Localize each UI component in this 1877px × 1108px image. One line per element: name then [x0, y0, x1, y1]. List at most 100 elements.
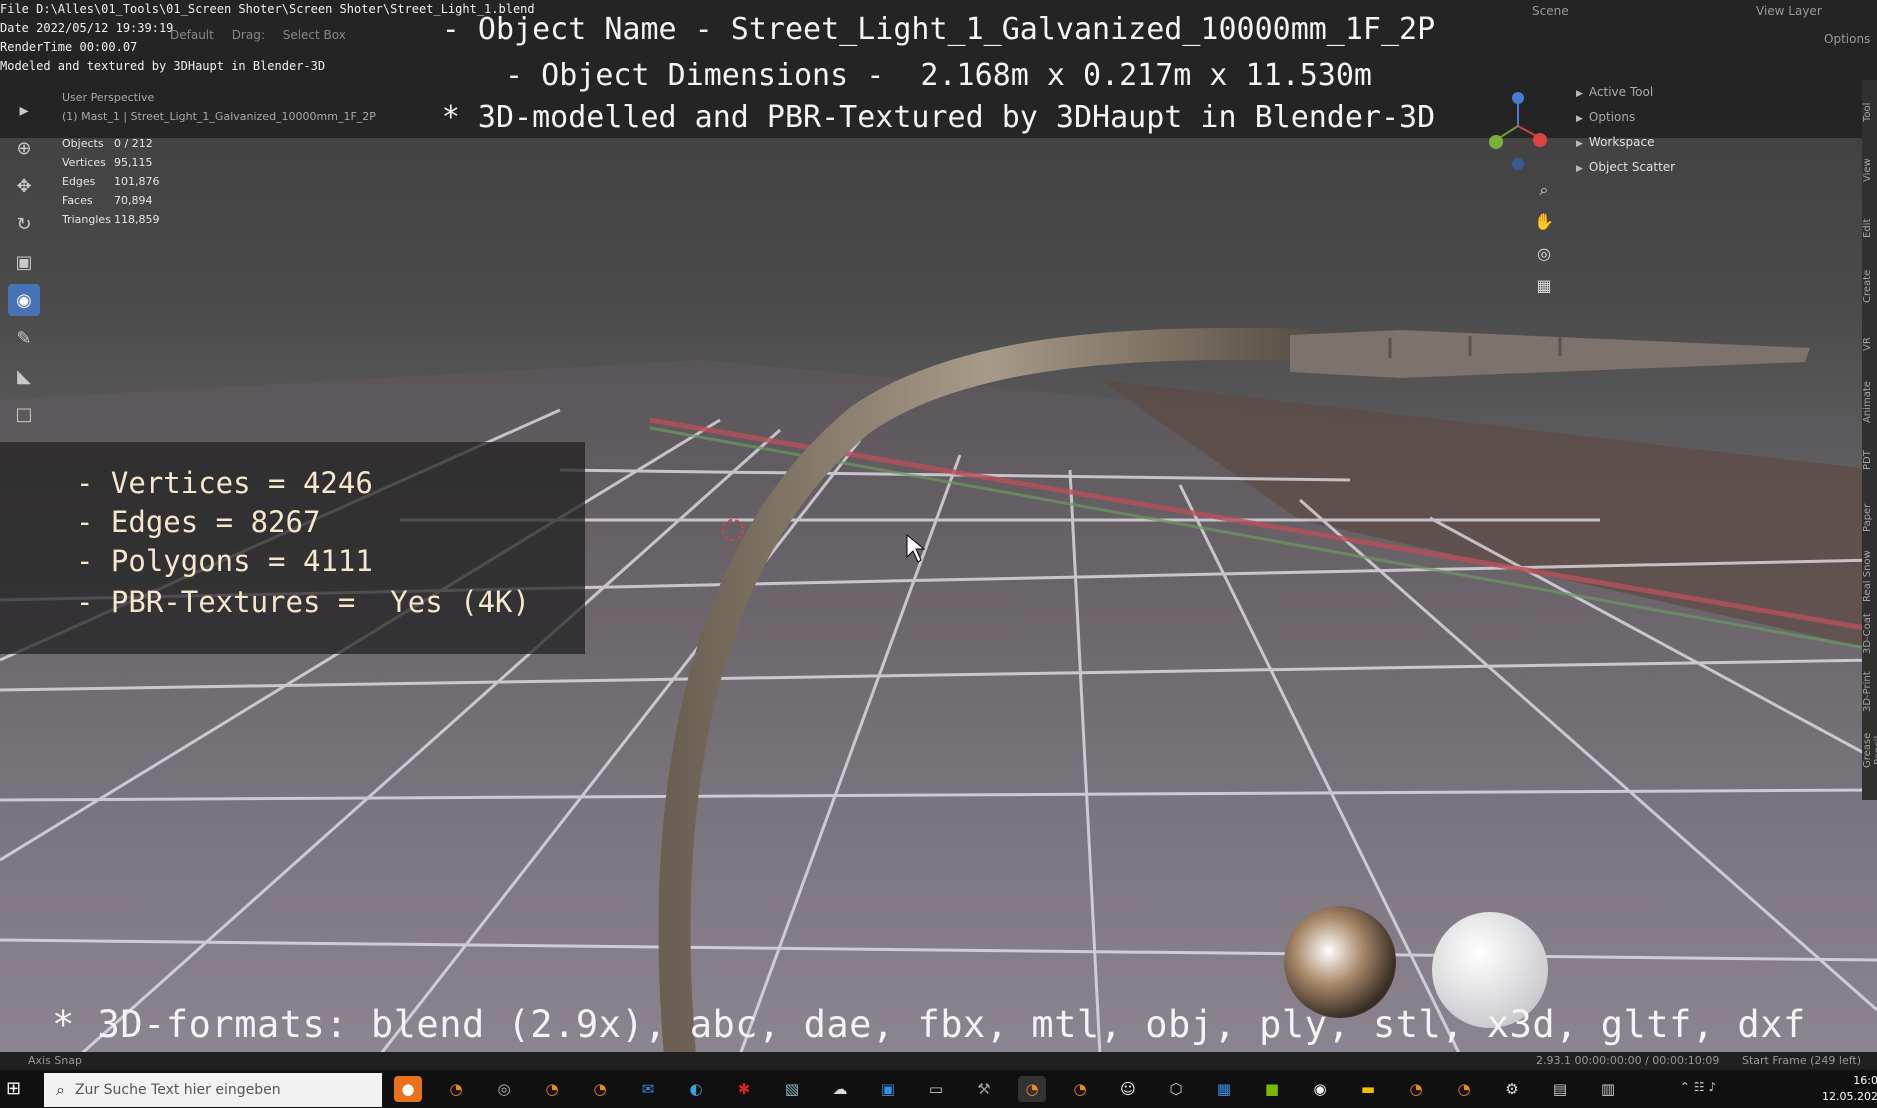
chevron-up-icon[interactable]: ⌃	[1680, 1080, 1690, 1094]
move-tool-icon[interactable]: ✥	[8, 170, 40, 202]
polygons-line: - Polygons = 4111	[76, 544, 373, 578]
app-store-icon[interactable]: ▣	[874, 1076, 902, 1102]
status-bar: Axis Snap 2.93.1 00:00:00:00 / 00:00:10:…	[0, 1052, 1877, 1070]
blender-icon[interactable]: ◔	[1402, 1076, 1430, 1102]
tool-icon[interactable]: ⚒	[970, 1076, 998, 1102]
scene-selector[interactable]: Scene	[1532, 4, 1569, 18]
view-layer-selector[interactable]: View Layer	[1756, 4, 1822, 18]
settings-gear-icon[interactable]: ⚙	[1498, 1076, 1526, 1102]
firefox-icon[interactable]: ●	[394, 1076, 422, 1102]
terminal-icon[interactable]: ▭	[922, 1076, 950, 1102]
network-icon[interactable]: ☷	[1694, 1080, 1705, 1094]
add-cube-tool-icon[interactable]: □	[8, 398, 40, 430]
object-path-label: (1) Mast_1 | Street_Light_1_Galvanized_1…	[62, 110, 376, 123]
rotate-tool-icon[interactable]: ↻	[8, 208, 40, 240]
options-dropdown[interactable]: Options	[1824, 32, 1870, 46]
navigation-gizmo[interactable]	[1478, 86, 1548, 176]
stat-row: Vertices 95,115	[62, 156, 153, 169]
scene-statistics: Objects 0 / 212 Vertices 95,115 Edges 101,8…	[62, 137, 160, 232]
panda-icon[interactable]: ☺	[1114, 1076, 1142, 1102]
stat-row: Objects 0 / 212	[62, 137, 153, 150]
volume-icon[interactable]: ♪	[1708, 1080, 1716, 1094]
search-icon: ⌕	[56, 1080, 65, 1099]
blender-icon[interactable]: ◔	[442, 1076, 470, 1102]
network-app-icon[interactable]: ▤	[1546, 1076, 1574, 1102]
search-placeholder: Zur Suche Text hier eingeben	[74, 1082, 281, 1098]
scale-tool-icon[interactable]: ▣	[8, 246, 40, 278]
blender-active-icon[interactable]: ◔	[1018, 1076, 1046, 1102]
folder-icon[interactable]: ▬	[1354, 1076, 1382, 1102]
zoom-icon[interactable]: ⌕	[1530, 176, 1558, 204]
tab-vr[interactable]: VR	[1862, 318, 1873, 370]
tab-create[interactable]: Create	[1862, 260, 1873, 312]
panel-workspace[interactable]: ▶ Workspace	[1568, 130, 1860, 155]
taskbar-search-input[interactable]: ⌕ Zur Suche Text hier eingeben	[44, 1073, 382, 1107]
tab-3d-print[interactable]: 3D-Print	[1862, 666, 1873, 718]
perspective-label: User Perspective	[62, 91, 155, 104]
orientation-dropdown[interactable]: Default	[170, 28, 214, 42]
tab-grease-pencil[interactable]: Grease Pencil	[1862, 724, 1877, 776]
expand-triangle-icon: ▶	[1576, 164, 1583, 174]
app-cloud-icon[interactable]: ☁	[826, 1076, 854, 1102]
vertices-line: - Vertices = 4246	[76, 466, 373, 500]
blender-icon[interactable]: ◔	[1066, 1076, 1094, 1102]
tab-paper[interactable]: Paper	[1862, 492, 1873, 544]
viewport-info: User Perspective (1) Mast_1 | Street_Lig…	[62, 88, 376, 126]
tab-pdt[interactable]: PDT	[1862, 434, 1873, 486]
obs-icon[interactable]: ◉	[1306, 1076, 1334, 1102]
mail-icon[interactable]: ✉	[634, 1076, 662, 1102]
nvidia-icon[interactable]: ■	[1258, 1076, 1286, 1102]
formats-overlay: * 3D-formats: blend (2.9x), abc, dae, fb…	[52, 1003, 1806, 1046]
taskbar-clock[interactable]: 16:05 12.05.2022	[1822, 1073, 1877, 1105]
measure-tool-icon[interactable]: ◣	[8, 360, 40, 392]
blender-icon[interactable]: ◔	[1450, 1076, 1478, 1102]
camera-icon[interactable]: ◎	[1530, 239, 1558, 267]
tab-edit[interactable]: Edit	[1862, 202, 1873, 254]
cursor-tool-icon[interactable]: ⊕	[8, 132, 40, 164]
grid-view-icon[interactable]: ▦	[1530, 271, 1558, 299]
windows-start-icon[interactable]: ⊞	[6, 1078, 28, 1100]
tab-view[interactable]: View	[1862, 144, 1873, 196]
app-red-icon[interactable]: ✱	[730, 1076, 758, 1102]
calendar-icon[interactable]: ▦	[1210, 1076, 1238, 1102]
status-hint: Axis Snap	[28, 1054, 82, 1067]
panel-object-scatter[interactable]: ▶ Object Scatter	[1568, 155, 1860, 180]
select-tool-icon[interactable]: ▸	[8, 94, 40, 126]
blender-icon[interactable]: ◔	[538, 1076, 566, 1102]
app-blue-icon[interactable]: ▧	[778, 1076, 806, 1102]
steam-icon[interactable]: ◎	[490, 1076, 518, 1102]
panel-options[interactable]: ▶ Options	[1568, 105, 1860, 130]
3d-viewer-icon[interactable]: ⬡	[1162, 1076, 1190, 1102]
transform-tool-icon[interactable]: ◉	[8, 284, 40, 316]
stat-row: Faces 70,894	[62, 194, 153, 207]
tab-animate[interactable]: Animate	[1862, 376, 1873, 428]
window-app-icon[interactable]: ▥	[1594, 1076, 1622, 1102]
mesh-info-overlay: - Vertices = 4246 - Edges = 8267 - Polyg…	[0, 442, 585, 654]
stat-row: Triangles 118,859	[62, 213, 160, 226]
panel-active-tool[interactable]: ▶ Active Tool	[1568, 80, 1860, 105]
start-frame-info: Start Frame (249 left)	[1742, 1054, 1862, 1067]
sidebar-n-panel: ▶ Active Tool ▶ Options ▶ Workspace ▶ Object…	[1568, 80, 1860, 180]
tab-real-snow[interactable]: Real Snow	[1862, 550, 1873, 602]
edge-icon[interactable]: ◐	[682, 1076, 710, 1102]
left-toolbar: ▸ ⊕ ✥ ↻ ▣ ◉ ✎ ◣ □	[8, 94, 44, 436]
stat-row: Edges 101,876	[62, 175, 160, 188]
expand-triangle-icon: ▶	[1576, 89, 1583, 99]
file-path: File D:\Alles\01_Tools\01_Screen Shoter\…	[0, 2, 535, 16]
clock-time: 16:05	[1853, 1074, 1877, 1087]
pbr-textures-line: - PBR-Textures = Yes (4K)	[76, 585, 530, 619]
windows-taskbar: ⊞ ⌕ Zur Suche Text hier eingeben ● ◔ ◎ ◔…	[0, 1070, 1877, 1108]
annotate-tool-icon[interactable]: ✎	[8, 322, 40, 354]
tab-tool[interactable]: Tool	[1862, 86, 1873, 138]
blender-icon[interactable]: ◔	[586, 1076, 614, 1102]
tab-3d-coat[interactable]: 3D-Coat	[1862, 608, 1873, 660]
viewport-header: Default Drag: Select Box	[170, 28, 360, 42]
drag-dropdown[interactable]: Select Box	[283, 28, 346, 42]
version-timecode: 2.93.1 00:00:00:00 / 00:00:10:09	[1536, 1054, 1720, 1067]
pan-hand-icon[interactable]: ✋	[1530, 207, 1558, 235]
system-tray[interactable]: ⌃ ☷ ♪	[1680, 1080, 1716, 1094]
expand-triangle-icon: ▶	[1576, 139, 1583, 149]
modeled-by: Modeled and textured by 3DHaupt in Blend…	[0, 59, 326, 73]
edges-line: - Edges = 8267	[76, 505, 321, 539]
sidebar-tabs: Tool View Edit Create VR Animate PDT Pap…	[1862, 80, 1877, 800]
